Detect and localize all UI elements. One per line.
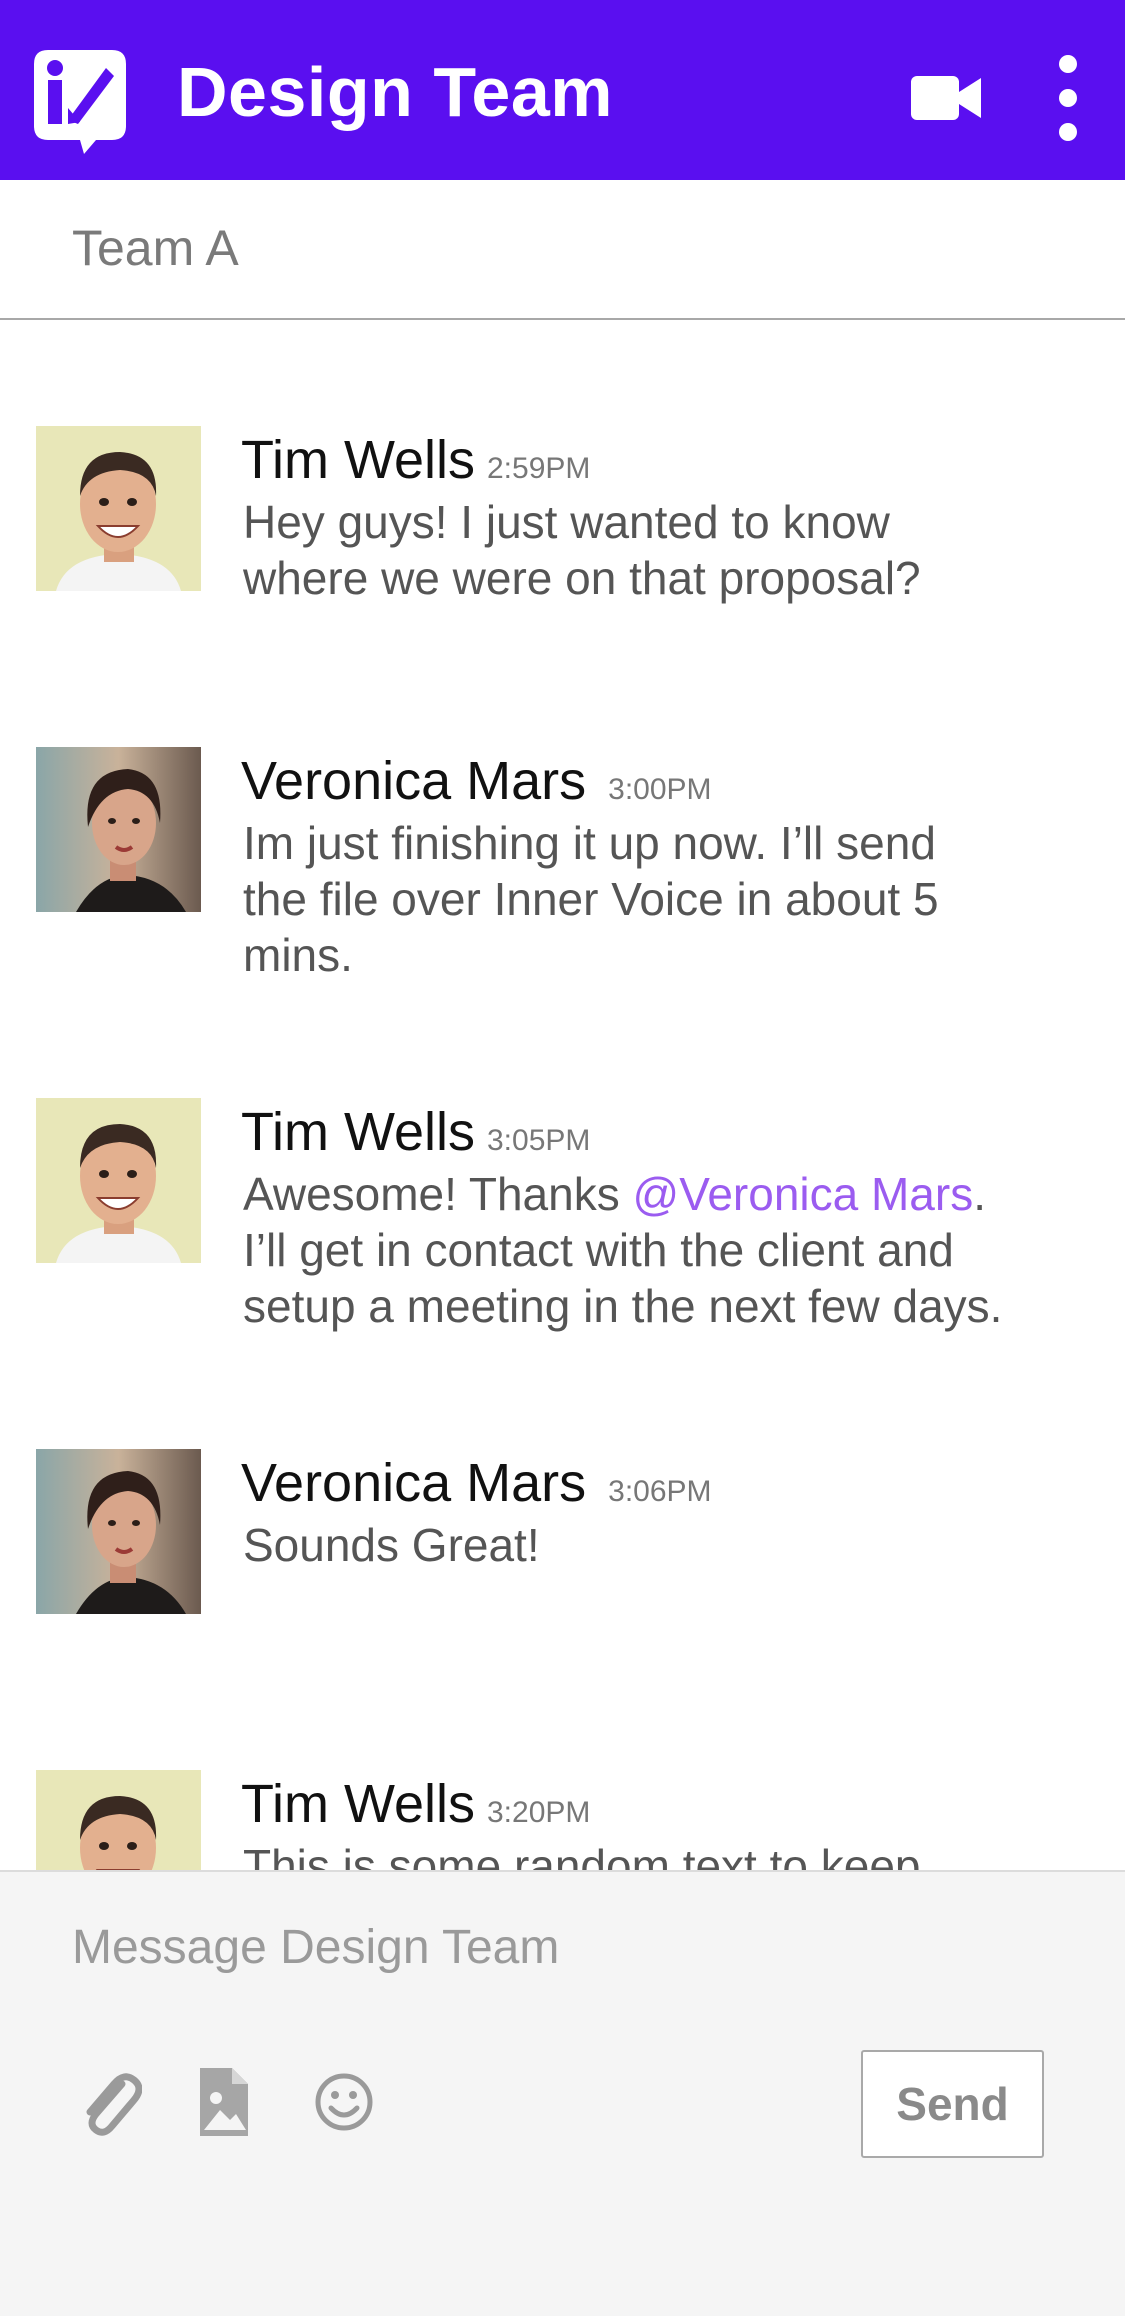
message-body: Im just finishing it up now. I’ll send t… [243, 815, 1063, 983]
message-header: Veronica Mars 3:00PM [241, 747, 712, 815]
paperclip-icon[interactable] [74, 2062, 142, 2142]
message-item: Veronica Mars 3:06PM Sounds Great! [0, 1449, 1125, 1639]
send-button[interactable]: Send [861, 2050, 1044, 2158]
message-line: setup a meeting in the next few days. [243, 1280, 1003, 1332]
inner-voice-logo-icon [34, 50, 126, 154]
app-header: Design Team [0, 0, 1125, 180]
message-item: Tim Wells 2:59PM Hey guys! I just wanted … [0, 426, 1125, 616]
message-line: the file over Inner Voice in about 5 [243, 873, 939, 925]
message-text: . [973, 1168, 986, 1220]
more-vertical-icon[interactable] [1048, 52, 1088, 144]
page-title: Design Team [177, 53, 613, 131]
channel-name[interactable]: Team A [72, 216, 239, 280]
message-time: 3:20PM [486, 1796, 591, 1829]
message-line: Im just finishing it up now. I’ll send [243, 817, 936, 869]
message-header: Tim Wells 3:05PM [241, 1098, 590, 1166]
message-item: Tim Wells 3:05PM Awesome! Thanks @Veronic… [0, 1098, 1125, 1338]
message-input[interactable] [72, 1912, 1052, 1982]
message-time: 3:00PM [608, 773, 712, 806]
veronica-mars-avatar[interactable] [36, 1449, 201, 1614]
message-body: Hey guys! I just wanted to know where we… [243, 494, 1063, 606]
channel-bar: Team A [0, 180, 1125, 320]
message-line: where we were on that proposal? [243, 552, 921, 604]
message-body: Awesome! Thanks @Veronica Mars. I’ll get… [243, 1166, 1063, 1334]
veronica-mars-avatar[interactable] [36, 747, 201, 912]
message-line-with-mention: Awesome! Thanks @Veronica Mars. [243, 1166, 1063, 1222]
video-camera-icon[interactable] [905, 62, 985, 132]
message-author[interactable]: Tim Wells [241, 1102, 475, 1162]
image-file-icon[interactable] [190, 2062, 258, 2142]
tim-wells-avatar[interactable] [36, 1770, 201, 1870]
message-item: Veronica Mars 3:00PM Im just finishing it… [0, 747, 1125, 987]
message-time: 3:05PM [486, 1124, 591, 1157]
tim-wells-avatar[interactable] [36, 1098, 201, 1263]
message-header: Tim Wells 2:59PM [241, 426, 590, 494]
message-body: Sounds Great! [243, 1517, 1063, 1573]
message-line: mins. [243, 929, 353, 981]
message-line: Sounds Great! [243, 1519, 540, 1571]
message-line: I’ll get in contact with the client and [243, 1224, 954, 1276]
message-author[interactable]: Veronica Mars [241, 751, 586, 811]
message-composer: Send [0, 1870, 1125, 2316]
message-header: Veronica Mars 3:06PM [241, 1449, 712, 1517]
message-list[interactable]: Tim Wells 2:59PM Hey guys! I just wanted … [0, 322, 1125, 1870]
user-mention-link[interactable]: @Veronica Mars [633, 1168, 974, 1220]
message-item: Tim Wells 3:20PM This is some random text… [0, 1770, 1125, 1870]
message-time: 3:06PM [608, 1475, 712, 1508]
smiley-icon[interactable] [310, 2062, 378, 2142]
message-line: Hey guys! I just wanted to know [243, 496, 890, 548]
message-body: This is some random text to keep [243, 1838, 1063, 1870]
message-line: This is some random text to keep [243, 1840, 921, 1870]
message-author[interactable]: Tim Wells [241, 1774, 475, 1834]
message-author[interactable]: Veronica Mars [241, 1453, 586, 1513]
message-text: Awesome! Thanks [243, 1168, 633, 1220]
message-header: Tim Wells 3:20PM [241, 1770, 590, 1838]
tim-wells-avatar[interactable] [36, 426, 201, 591]
message-time: 2:59PM [486, 452, 591, 485]
message-author[interactable]: Tim Wells [241, 430, 475, 490]
